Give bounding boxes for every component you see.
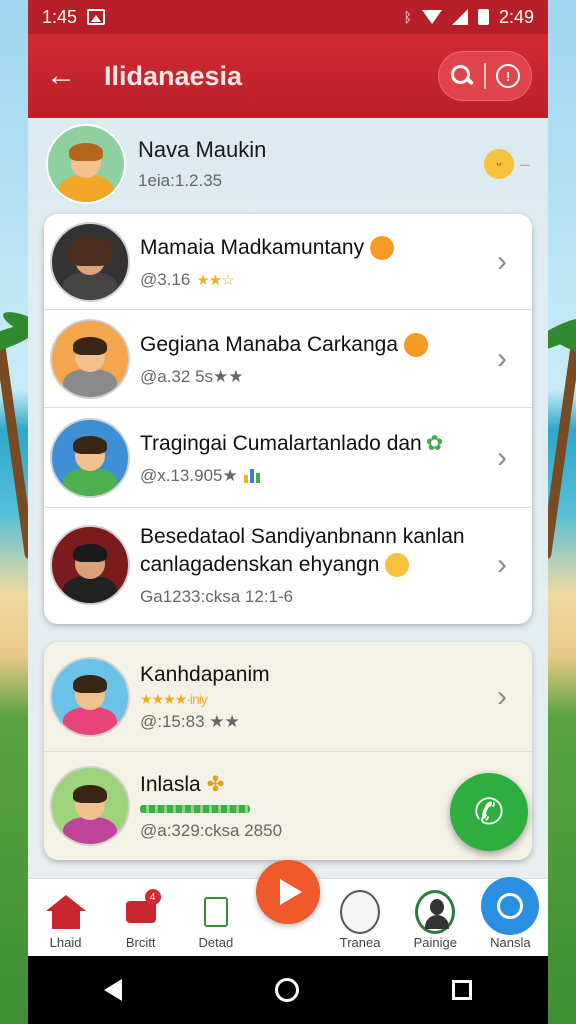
contact-name: Nava Maukin [138,137,267,162]
nav-label: Tranea [339,935,381,950]
nav-label: Nansla [490,935,531,950]
document-icon [203,897,228,927]
sync-icon [497,893,524,919]
contact-card-primary: Mamaia Madkamuntany @3.16 ★★☆ › Gegiana M… [44,214,532,624]
avatar [50,417,130,498]
sync-button[interactable] [481,877,540,935]
search-icon[interactable] [450,64,474,88]
nav-label: Detad [198,935,234,950]
contact-name: Inlasla [140,773,201,796]
call-button[interactable]: ✆ [450,773,528,851]
clover-icon: ✤ [206,773,225,796]
status-bar: 1:45 ᛒ 2:49 [28,0,548,34]
nav-label: Brcitt [125,935,156,950]
emoji-icon [404,332,429,357]
nav-item-nansla[interactable]: Nansla [475,877,545,950]
contact-name: Gegiana Manaba Carkanga [140,332,399,356]
list-item[interactable]: Besedataol Sandiyanbnann kanlan canlagad… [44,508,532,622]
system-nav-bar [28,956,548,1024]
nav-item-play[interactable] [255,860,320,950]
page-title: Ilidanaesia [104,60,243,91]
avatar [50,221,130,302]
emoji-icon [385,553,410,578]
avatar [50,766,130,846]
bar-chart-icon [243,468,260,483]
contact-sub: 1eia:1.2.35 [138,171,223,190]
contact-list-area: Nava Maukin 1eia:1.2.35 ᵕ – Mamaia Madka… [28,118,548,878]
contact-name: Besedataol Sandiyanbnann kanlan canlagad… [140,525,465,576]
play-icon [279,879,302,905]
home-icon-base [51,911,80,929]
home-icon [45,895,86,911]
contact-meta: @:15:83 ★★ [140,712,240,731]
info-icon[interactable]: ! [496,64,520,88]
divider [484,63,486,89]
emoji-icon [370,235,395,260]
status-clock: 2:49 [498,6,534,27]
chevron-right-icon: › [497,341,507,375]
appbar-actions: ! [438,51,532,101]
contact-meta: @a.32 5s★★ [140,366,244,386]
contact-meta: @3.16 [140,269,191,289]
signal-icon [451,9,468,25]
person-icon [415,890,456,934]
gallery-icon [340,890,381,934]
list-item[interactable]: Mamaia Madkamuntany @3.16 ★★☆ › [44,214,532,310]
avatar [50,318,130,399]
notification-badge: 4 [144,889,161,905]
status-time: 1:45 [42,6,78,27]
bluetooth-icon: ᛒ [403,9,412,25]
nav-item-details[interactable]: Detad [181,893,251,950]
rating-stars: ★★☆ [196,271,234,289]
wifi-icon [421,10,442,24]
contact-name: Kanhdapanim [140,663,270,686]
nav-item-home[interactable]: Lhaid [31,893,101,950]
avatar [50,525,130,605]
back-arrow-icon[interactable]: ← [46,59,86,93]
phone-icon: ✆ [473,791,505,832]
smiley-emoji-icon: ᵕ [483,149,514,179]
nav-item-tranea[interactable]: Tranea [325,890,395,950]
progress-line [140,805,250,813]
system-recents-icon[interactable] [451,980,472,1000]
avatar [46,124,126,204]
clover-icon: ✿ [425,431,444,455]
system-back-icon[interactable] [104,979,123,1001]
app-bar: ← Ilidanaesia ! [28,34,548,118]
chevron-right-icon: › [497,440,507,474]
phone-screen: 1:45 ᛒ 2:49 ← Ilidanaesia ! Nava Maukin … [28,0,548,1024]
list-item[interactable]: Kanhdapanim ★★★★·iniy @:15:83 ★★ › [44,642,532,752]
contact-name: Tragingai Cumalartanlado dan [140,431,422,455]
list-item[interactable]: Tragingai Cumalartanlado dan ✿ @x.13.905★… [44,408,532,508]
bottom-nav: Lhaid 4 Brcitt Detad Tranea Painige Nans… [28,860,548,956]
dash-icon: – [519,153,530,174]
chevron-right-icon: › [497,244,507,278]
play-button[interactable] [255,860,320,924]
top-contact[interactable]: Nava Maukin 1eia:1.2.35 ᵕ – [28,118,548,210]
nav-item-cart[interactable]: 4 Brcitt [106,889,176,950]
contact-name: Mamaia Madkamuntany [140,235,365,259]
rating-stars: ★★★★·iniy [140,691,208,707]
contact-meta: @x.13.905★ [140,465,238,485]
system-home-icon[interactable] [274,978,299,1002]
nav-label: Lhaid [49,935,82,950]
avatar [50,656,130,737]
battery-icon [477,9,489,25]
chevron-right-icon: › [497,679,507,713]
chevron-right-icon: › [497,548,507,581]
gallery-icon [87,9,106,25]
nav-label: Painige [413,935,457,950]
nav-item-profile[interactable]: Painige [400,890,470,950]
contact-meta: Ga1233:cksa 12:1-6 [140,587,294,606]
list-item[interactable]: Gegiana Manaba Carkanga @a.32 5s★★ › [44,310,532,408]
